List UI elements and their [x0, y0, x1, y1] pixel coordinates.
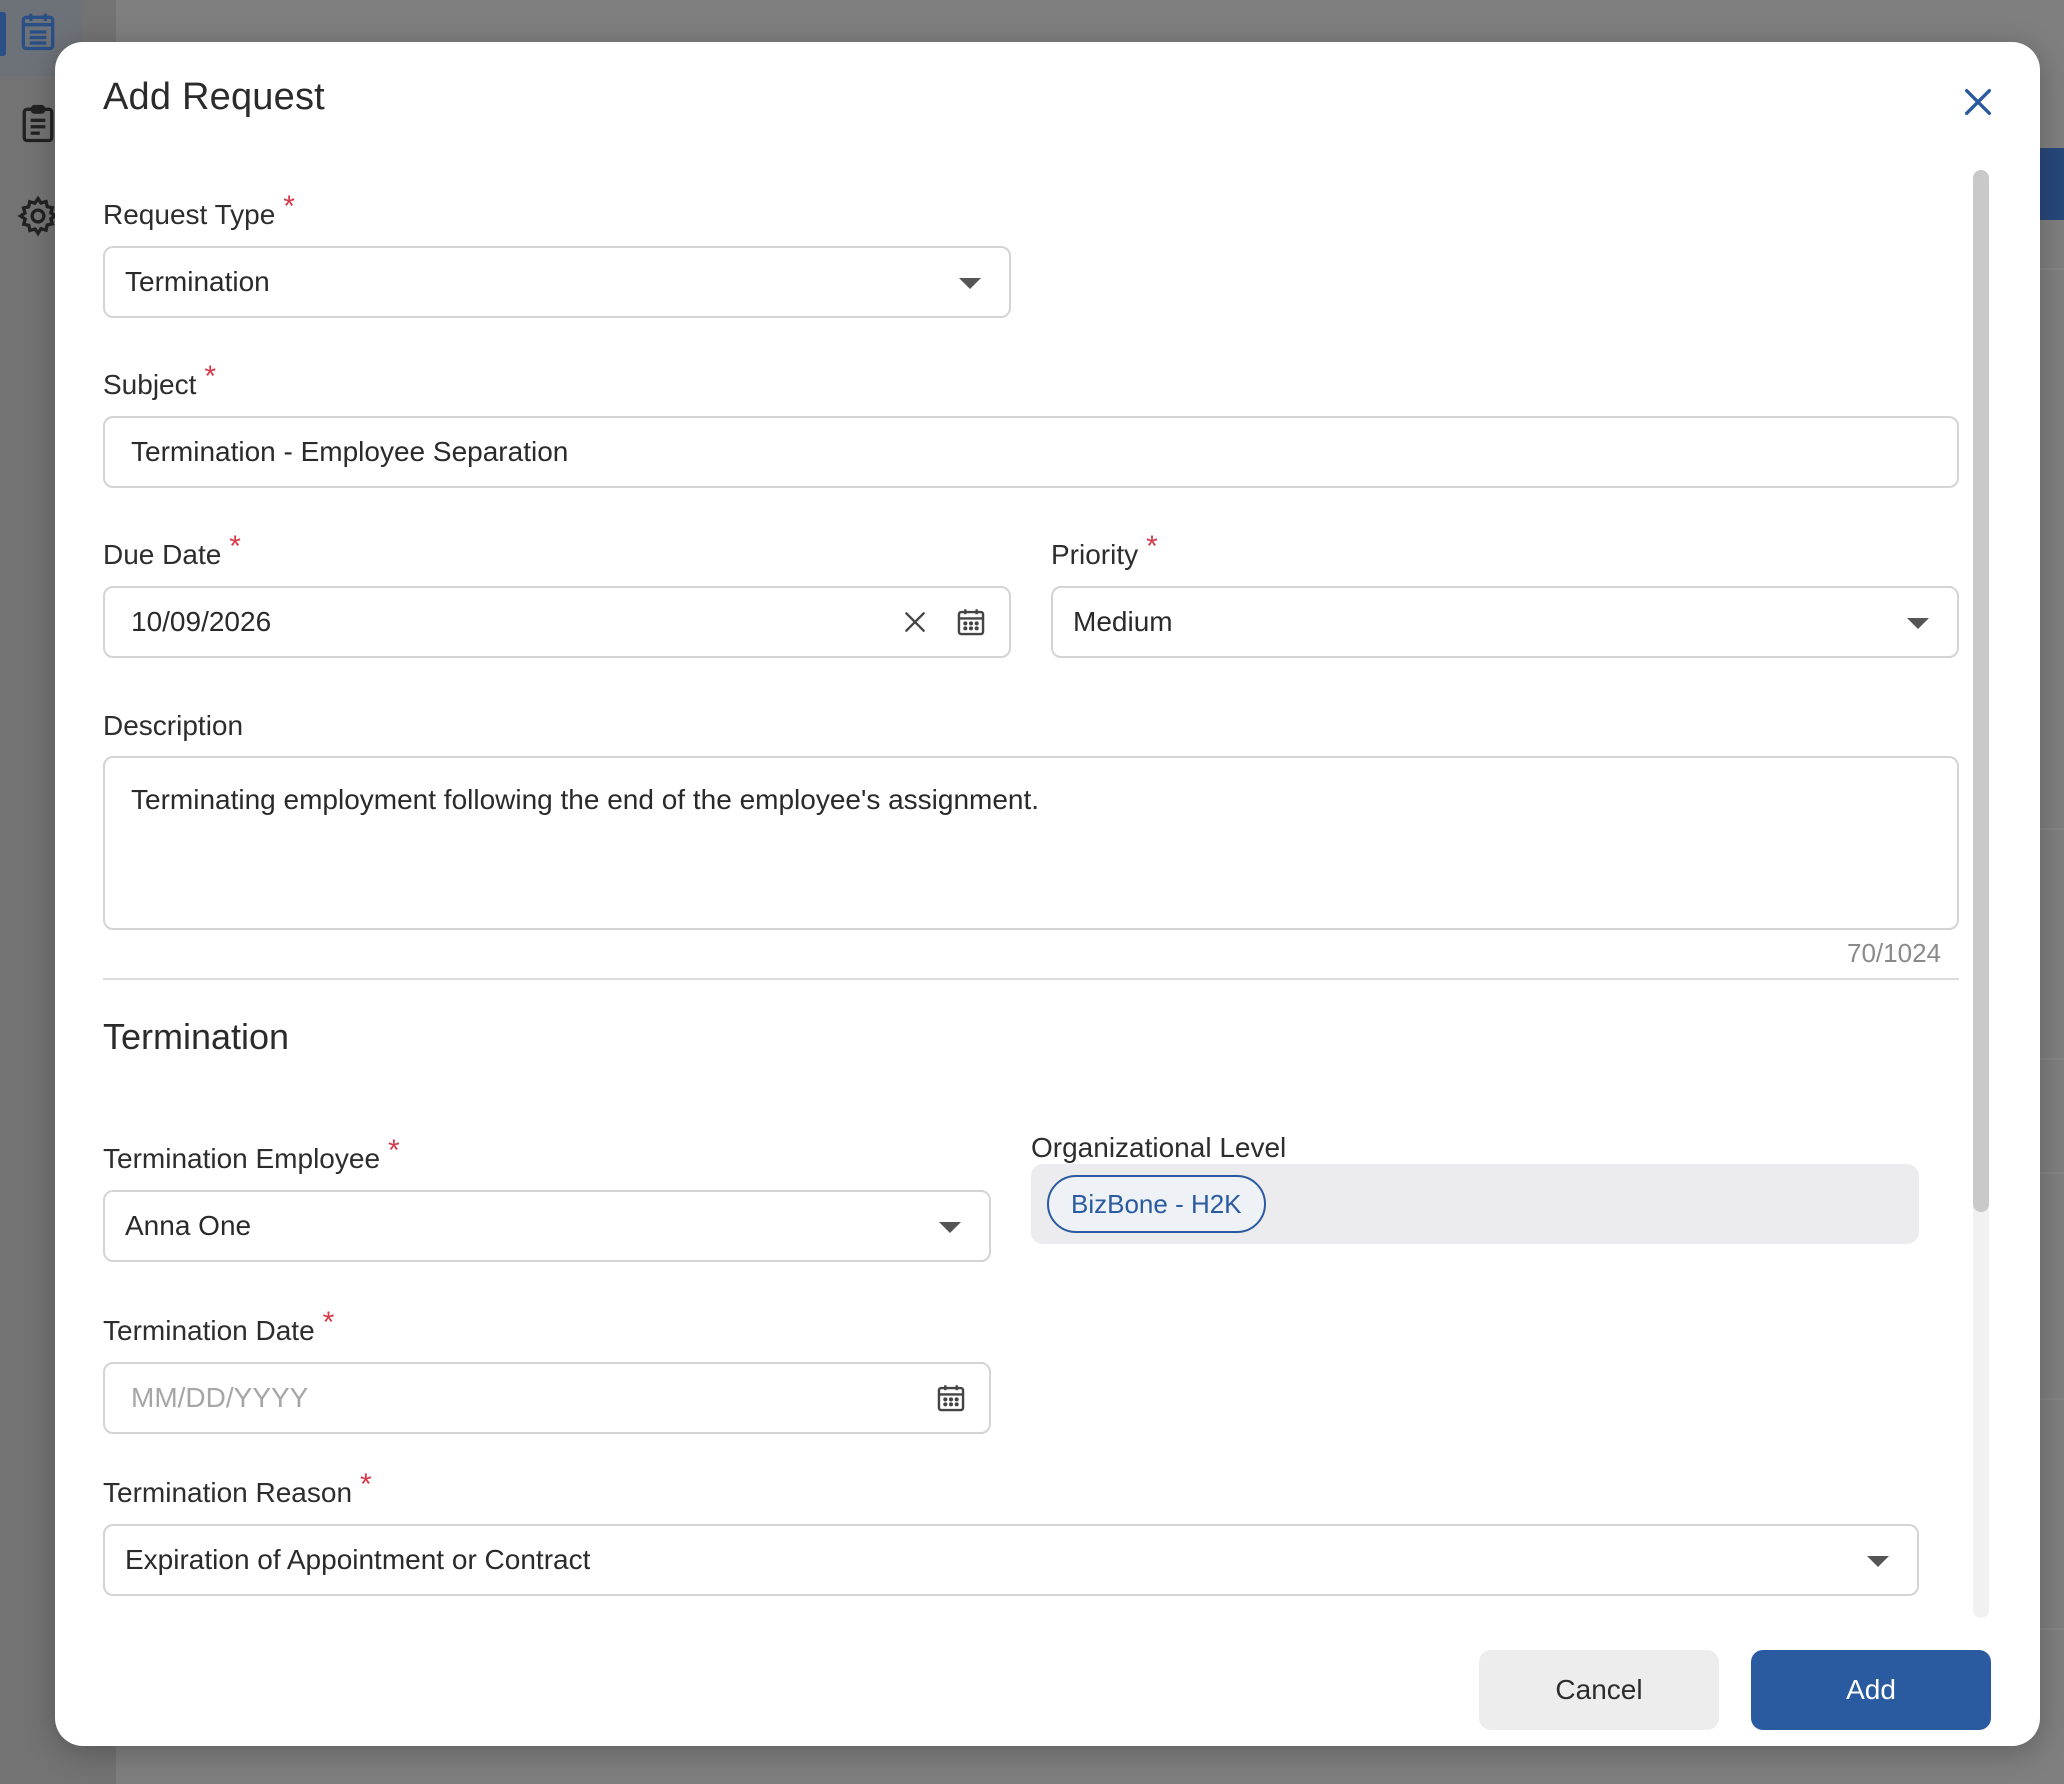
required-marker: * — [388, 1134, 400, 1167]
required-marker: * — [322, 1306, 335, 1339]
termination-reason-select[interactable]: Expiration of Appointment or Contract — [103, 1524, 1919, 1596]
priority-select[interactable]: Medium — [1051, 586, 1959, 658]
close-icon — [1964, 88, 1992, 116]
organizational-level-field: BizBone - H2K — [1031, 1164, 1919, 1244]
required-marker: * — [204, 360, 217, 393]
termination-section-title: Termination — [103, 1016, 290, 1057]
required-marker: * — [283, 190, 295, 223]
chevron-down-icon — [1907, 618, 1929, 629]
description-textarea[interactable]: Terminating employment following the end… — [103, 756, 1959, 930]
scrollbar-thumb[interactable] — [1973, 170, 1989, 1212]
request-type-label: Request Type * — [103, 190, 295, 230]
organizational-level-chip[interactable]: BizBone - H2K — [1047, 1175, 1266, 1233]
chevron-down-icon — [959, 278, 981, 289]
organizational-level-label: Organizational Level — [1031, 1132, 1287, 1163]
clipboard-icon[interactable] — [16, 102, 60, 146]
termination-reason-label: Termination Reason * — [103, 1468, 372, 1508]
required-marker: * — [1146, 530, 1158, 563]
gear-icon[interactable] — [16, 194, 60, 238]
subject-label: Subject * — [103, 360, 217, 400]
chevron-down-icon — [939, 1222, 961, 1233]
termination-employee-select[interactable]: Anna One — [103, 1190, 991, 1262]
close-button[interactable] — [1952, 76, 2004, 128]
section-divider — [103, 978, 1959, 980]
cancel-button[interactable]: Cancel — [1479, 1650, 1719, 1730]
priority-label: Priority * — [1051, 530, 1158, 570]
subject-input[interactable]: Termination - Employee Separation — [103, 416, 1959, 488]
termination-date-label: Termination Date * — [103, 1306, 335, 1346]
required-marker: * — [229, 530, 241, 563]
character-counter: 70/1024 — [1847, 938, 1941, 968]
scrollbar[interactable] — [1973, 170, 1989, 1618]
due-date-input[interactable]: 10/09/2026 — [103, 586, 1011, 658]
clear-icon — [905, 612, 925, 632]
due-date-calendar-button[interactable] — [951, 602, 991, 642]
termination-employee-label: Termination Employee * — [103, 1134, 400, 1174]
required-marker: * — [360, 1468, 372, 1501]
termination-date-input[interactable]: MM/DD/YYYY — [103, 1362, 991, 1434]
add-request-dialog: Add Request Request Type * Termination Su… — [55, 42, 2040, 1746]
clear-date-button[interactable] — [897, 604, 933, 640]
due-date-label: Due Date * — [103, 530, 241, 570]
calendar-icon — [957, 609, 985, 636]
chevron-down-icon — [1867, 1556, 1889, 1567]
calendar-icon — [937, 1385, 965, 1412]
calendar-list-icon[interactable] — [16, 10, 60, 54]
request-type-select[interactable]: Termination — [103, 246, 1011, 318]
dialog-title: Add Request — [103, 76, 325, 118]
description-label: Description — [103, 710, 244, 741]
add-button[interactable]: Add — [1751, 1650, 1991, 1730]
sidebar-active-indicator — [0, 12, 6, 56]
termination-date-calendar-button[interactable] — [931, 1378, 971, 1418]
